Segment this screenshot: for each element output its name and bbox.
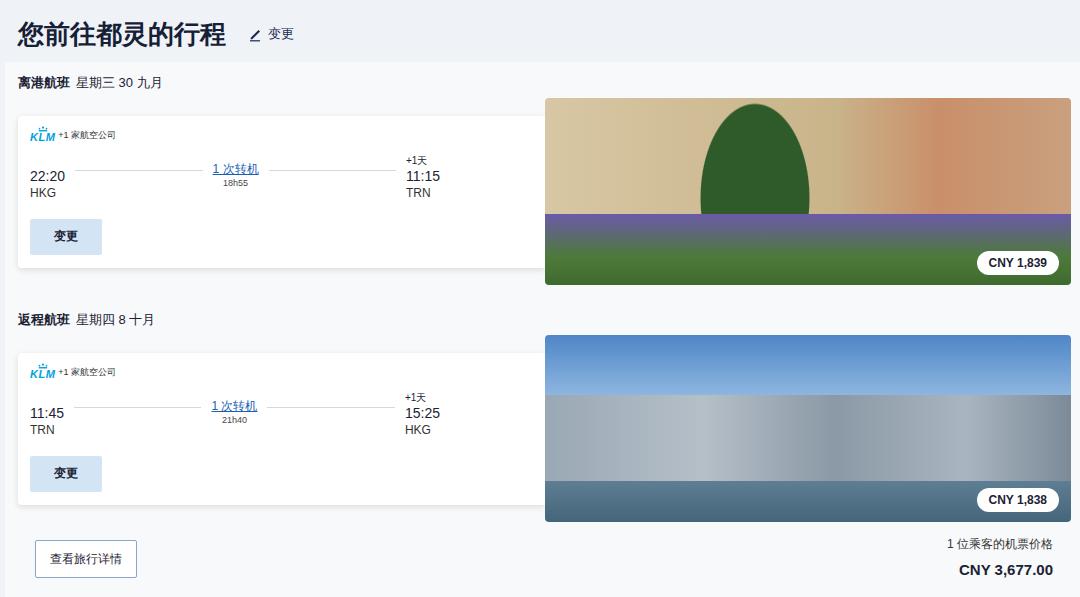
arrival: +1天 15:25 HKG xyxy=(405,392,440,438)
pencil-icon xyxy=(248,26,264,42)
arrive-time: 11:15 xyxy=(406,167,440,185)
arrive-airport: HKG xyxy=(405,422,431,438)
airline-logo: KLM xyxy=(30,126,55,143)
duration: 21h40 xyxy=(222,414,247,426)
flight-row: KLM +1 家航空公司 11:45 TRN 1 次转机 21h40 +1天 1… xyxy=(18,335,1071,522)
arrival: +1天 11:15 TRN xyxy=(406,155,440,201)
destination-photo: CNY 1,839 xyxy=(545,98,1071,285)
arrive-airport: TRN xyxy=(406,185,431,201)
total-label: 1 位乘客的机票价格 xyxy=(947,536,1053,553)
airline-logo: KLM xyxy=(30,363,55,380)
route-middle: 1 次转机 21h40 xyxy=(64,398,405,426)
page-title: 您前往都灵的行程 xyxy=(18,17,226,52)
flight-section: 离港航班 星期三 30 九月 KLM +1 家航空公司 22:20 HKG 1 … xyxy=(18,74,1071,285)
price-badge: CNY 1,838 xyxy=(977,488,1059,512)
details-button[interactable]: 查看旅行详情 xyxy=(35,540,137,578)
edit-link[interactable]: 变更 xyxy=(248,25,294,43)
depart-airport: HKG xyxy=(30,185,56,201)
flight-row: KLM +1 家航空公司 22:20 HKG 1 次转机 18h55 +1天 1… xyxy=(18,98,1071,285)
route: 22:20 HKG 1 次转机 18h55 +1天 11:15 TRN xyxy=(30,155,440,201)
flight-card: KLM +1 家航空公司 11:45 TRN 1 次转机 21h40 +1天 1… xyxy=(18,353,545,505)
price-badge: CNY 1,839 xyxy=(977,251,1059,275)
flight-date: 星期四 8 十月 xyxy=(76,311,155,329)
route-line xyxy=(75,170,202,171)
airline-extra: +1 家航空公司 xyxy=(58,366,116,380)
summary-bar: 查看旅行详情 1 位乘客的机票价格 CNY 3,677.00 xyxy=(18,536,1071,578)
change-button[interactable]: 变更 xyxy=(30,456,102,492)
depart-airport: TRN xyxy=(30,422,55,438)
destination-photo: CNY 1,838 xyxy=(545,335,1071,522)
stops-link[interactable]: 1 次转机 xyxy=(213,161,259,177)
stops-link[interactable]: 1 次转机 xyxy=(211,398,257,414)
departure: 22:20 HKG xyxy=(30,155,65,201)
total-price: 1 位乘客的机票价格 CNY 3,677.00 xyxy=(947,536,1053,578)
route-middle: 1 次转机 18h55 xyxy=(65,161,406,189)
flight-direction: 离港航班 xyxy=(18,74,70,92)
change-button[interactable]: 变更 xyxy=(30,219,102,255)
duration: 18h55 xyxy=(223,177,248,189)
total-amount: CNY 3,677.00 xyxy=(959,561,1053,578)
route-line xyxy=(74,407,201,408)
itinerary-page: 您前往都灵的行程 变更 离港航班 星期三 30 九月 KLM +1 家航空公司 … xyxy=(0,0,1080,597)
route: 11:45 TRN 1 次转机 21h40 +1天 15:25 HKG xyxy=(30,392,440,438)
route-line xyxy=(269,170,396,171)
flight-section: 返程航班 星期四 8 十月 KLM +1 家航空公司 11:45 TRN 1 次… xyxy=(18,311,1071,522)
page-header: 您前往都灵的行程 变更 xyxy=(0,0,1080,62)
itinerary-panel: 离港航班 星期三 30 九月 KLM +1 家航空公司 22:20 HKG 1 … xyxy=(5,62,1080,597)
flight-direction: 返程航班 xyxy=(18,311,70,329)
day-offset: +1天 xyxy=(406,155,427,167)
edit-link-label: 变更 xyxy=(268,25,294,43)
route-line xyxy=(267,407,394,408)
airline: KLM +1 家航空公司 xyxy=(30,126,533,143)
flight-heading: 离港航班 星期三 30 九月 xyxy=(18,74,1071,92)
depart-time: 11:45 xyxy=(30,404,64,422)
day-offset: +1天 xyxy=(405,392,426,404)
flight-card: KLM +1 家航空公司 22:20 HKG 1 次转机 18h55 +1天 1… xyxy=(18,116,545,268)
departure: 11:45 TRN xyxy=(30,392,64,438)
flight-date: 星期三 30 九月 xyxy=(76,74,163,92)
arrive-time: 15:25 xyxy=(405,404,440,422)
airline-extra: +1 家航空公司 xyxy=(58,129,116,143)
airline: KLM +1 家航空公司 xyxy=(30,363,533,380)
depart-time: 22:20 xyxy=(30,167,65,185)
flight-heading: 返程航班 星期四 8 十月 xyxy=(18,311,1071,329)
